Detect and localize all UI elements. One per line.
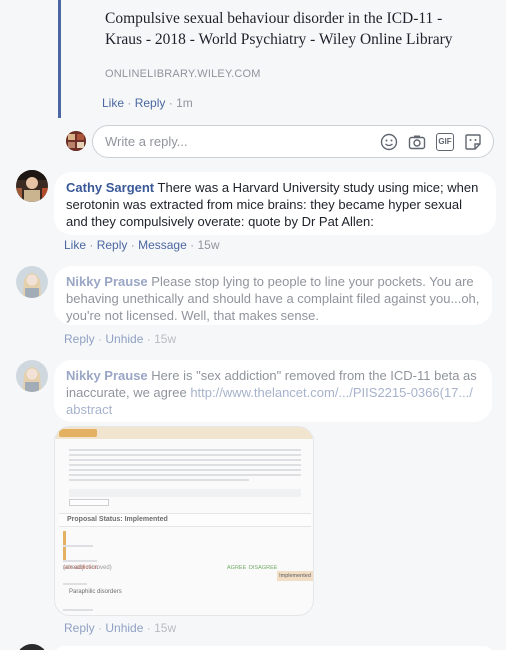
reply-placeholder: Write a reply... (105, 134, 188, 149)
thumb-status-row: Proposal Status: Implemented (59, 513, 311, 527)
like-link[interactable]: Like (102, 96, 124, 110)
thumb-implemented: Implemented (277, 571, 313, 581)
unhide-link[interactable]: Unhide (105, 621, 143, 635)
gif-icon[interactable]: GIF (436, 133, 454, 151)
thumb-already-removed: (already removed) (63, 565, 112, 571)
my-avatar (66, 131, 86, 151)
commenter-name[interactable]: Nikky Prause (66, 274, 148, 289)
timestamp[interactable]: 15w (154, 621, 176, 635)
reply-input[interactable]: Write a reply... GIF (92, 125, 494, 158)
timestamp[interactable]: 15w (154, 332, 176, 346)
timestamp[interactable]: 1m (176, 96, 193, 110)
sticker-icon[interactable] (464, 133, 482, 151)
unhide-link[interactable]: Unhide (105, 332, 143, 346)
next-comment-bubble (54, 646, 494, 650)
comment-bubble: Nikky Prause Here is "sex addiction" rem… (54, 360, 492, 422)
comment-actions: Reply · Unhide · 15w (64, 621, 177, 635)
smiley-icon[interactable] (380, 133, 398, 151)
avatar-image (16, 360, 48, 392)
commenter-name[interactable]: Cathy Sargent (66, 180, 154, 195)
reply-link[interactable]: Reply (135, 96, 166, 110)
comment-actions: Reply · Unhide · 15w (64, 332, 177, 346)
comment-actions: Like · Reply · Message · 15w (64, 238, 220, 252)
comment-bubble: Nikky Prause Please stop lying to people… (54, 266, 492, 325)
commenter-avatar[interactable] (16, 170, 48, 202)
avatar-image (16, 266, 48, 298)
next-commenter-avatar[interactable] (16, 644, 48, 650)
thumb-disagree: DISAGREE (249, 565, 278, 571)
thumb-agree: AGREE (227, 565, 247, 571)
link-preview-domain: ONLINELIBRARY.WILEY.COM (105, 68, 261, 80)
thumb-proposal-status: Proposal Status: Implemented (67, 516, 168, 523)
link-preview-actions: Like · Reply · 1m (102, 96, 193, 110)
comment-bubble: Cathy Sargent There was a Harvard Univer… (54, 172, 496, 235)
link-preview-title[interactable]: Compulsive sexual behaviour disorder in … (105, 8, 475, 50)
message-link[interactable]: Message (138, 238, 187, 252)
timestamp[interactable]: 15w (197, 238, 219, 252)
avatar-image (16, 170, 48, 202)
thumb-button (69, 499, 109, 506)
commenter-name[interactable]: Nikky Prause (66, 368, 148, 383)
thumb-active-tab (59, 429, 97, 437)
reply-link[interactable]: Reply (64, 332, 95, 346)
commenter-avatar[interactable] (16, 266, 48, 298)
avatar-image (66, 131, 86, 151)
reply-link[interactable]: Reply (64, 621, 95, 635)
camera-icon[interactable] (408, 133, 426, 151)
commenter-avatar[interactable] (16, 360, 48, 392)
like-link[interactable]: Like (64, 238, 86, 252)
reply-link[interactable]: Reply (97, 238, 128, 252)
attached-screenshot[interactable]: Proposal Status: Implemented sex addicti… (54, 426, 314, 616)
thumb-paraphilic: Paraphilic disorders (69, 589, 122, 595)
thumb-action-row (69, 489, 301, 497)
